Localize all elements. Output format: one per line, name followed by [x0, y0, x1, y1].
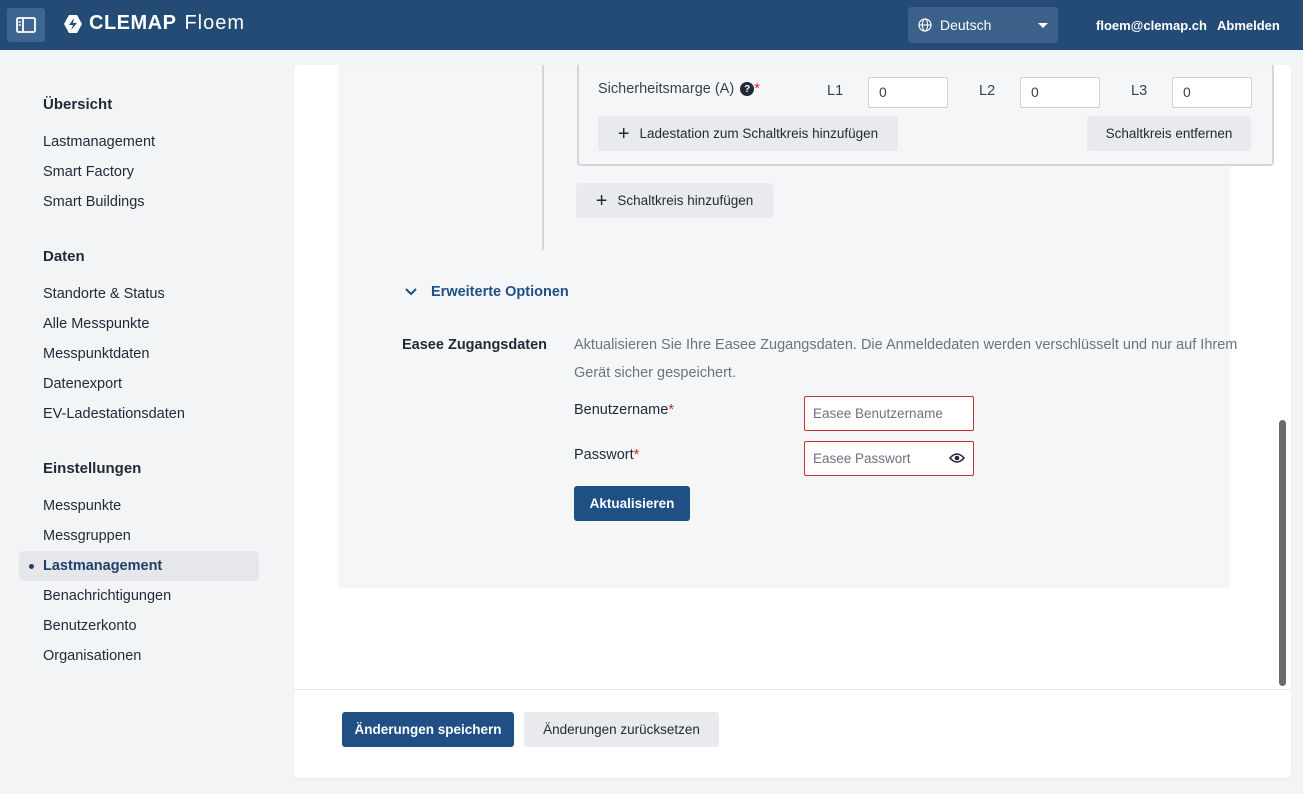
top-header: CLEMAP Floem Deutsch floem@clemap.ch Abm… [0, 0, 1303, 50]
chevron-down-icon [405, 288, 417, 296]
l3-input[interactable]: 0 [1172, 77, 1252, 108]
sidebar-item-lastmanagement-overview[interactable]: Lastmanagement [19, 127, 259, 157]
reset-changes-label: Änderungen zurücksetzen [543, 722, 700, 737]
easee-section-title: Easee Zugangsdaten [402, 337, 548, 353]
required-marker: * [754, 81, 760, 97]
l1-input[interactable]: 0 [868, 77, 948, 108]
globe-icon [918, 18, 932, 32]
sidebar: Übersicht Lastmanagement Smart Factory S… [0, 50, 279, 794]
add-circuit-label: Schaltkreis hinzufügen [617, 193, 754, 208]
password-label: Passwort* [574, 447, 639, 463]
sidebar-item-smart-buildings[interactable]: Smart Buildings [19, 187, 259, 217]
sidebar-item-organisationen[interactable]: Organisationen [19, 641, 259, 671]
app-logo[interactable]: CLEMAP Floem [63, 12, 245, 35]
plus-icon: + [595, 189, 608, 212]
add-station-label: Ladestation zum Schaltkreis hinzufügen [639, 126, 879, 141]
user-email: floem@clemap.ch [1096, 18, 1207, 33]
brand-name: CLEMAP [89, 12, 177, 34]
l3-label: L3 [1131, 83, 1148, 99]
required-marker: * [633, 447, 640, 463]
l1-label: L1 [827, 83, 844, 99]
plus-icon: + [617, 122, 630, 145]
safety-margin-label: Sicherheitsmarge (A) ? * [598, 81, 760, 97]
remove-circuit-button[interactable]: Schaltkreis entfernen [1087, 116, 1251, 151]
chevron-down-icon [1038, 23, 1048, 28]
remove-circuit-label: Schaltkreis entfernen [1105, 126, 1233, 141]
sidebar-item-messpunkte[interactable]: Messpunkte [19, 491, 259, 521]
footer-divider [294, 689, 1291, 690]
sidebar-toggle-icon [16, 17, 36, 33]
l2-input[interactable]: 0 [1020, 77, 1100, 108]
product-name: Floem [184, 12, 246, 34]
sidebar-item-lastmanagement-settings[interactable]: Lastmanagement [19, 551, 259, 581]
save-changes-button[interactable]: Änderungen speichern [342, 712, 514, 747]
easee-password-input[interactable]: Easee Passwort [804, 441, 974, 476]
advanced-options-label: Erweiterte Optionen [431, 284, 569, 300]
help-icon[interactable]: ? [740, 82, 755, 96]
reset-changes-button[interactable]: Änderungen zurücksetzen [524, 712, 719, 747]
language-select[interactable]: Deutsch [908, 7, 1058, 43]
sidebar-item-smart-factory[interactable]: Smart Factory [19, 157, 259, 187]
add-station-button[interactable]: + Ladestation zum Schaltkreis hinzufügen [598, 116, 898, 151]
eye-icon[interactable] [949, 452, 965, 464]
sidebar-section-data: Daten [43, 248, 85, 265]
required-marker: * [668, 402, 674, 418]
easee-description: Aktualisieren Sie Ihre Easee Zugangsdate… [574, 337, 1238, 381]
sidebar-item-datenexport[interactable]: Datenexport [19, 369, 259, 399]
sidebar-toggle-button[interactable] [7, 8, 45, 42]
password-placeholder: Easee Passwort [813, 451, 911, 466]
username-label-text: Benutzername [574, 402, 669, 418]
l2-label: L2 [979, 83, 996, 99]
tree-divider [542, 65, 544, 250]
sidebar-item-messgruppen[interactable]: Messgruppen [19, 521, 259, 551]
update-credentials-button[interactable]: Aktualisieren [574, 486, 690, 521]
sidebar-item-messpunktdaten[interactable]: Messpunktdaten [19, 339, 259, 369]
form-panel: Sicherheitsmarge (A) ? * L1 0 L2 0 L3 0 … [338, 65, 1274, 588]
settings-card: Sicherheitsmarge (A) ? * L1 0 L2 0 L3 0 … [294, 65, 1291, 778]
sidebar-item-benutzerkonto[interactable]: Benutzerkonto [19, 611, 259, 641]
easee-username-input[interactable]: Easee Benutzername [804, 396, 974, 431]
scrollbar-thumb[interactable] [1279, 420, 1286, 686]
logout-button[interactable]: Abmelden [1217, 18, 1280, 33]
language-label: Deutsch [940, 17, 992, 33]
sidebar-item-ev-ladestationsdaten[interactable]: EV-Ladestationsdaten [19, 399, 259, 429]
add-circuit-button[interactable]: + Schaltkreis hinzufügen [576, 183, 773, 218]
advanced-options-toggle[interactable]: Erweiterte Optionen [405, 284, 569, 300]
username-label: Benutzername* [574, 402, 674, 418]
safety-margin-text: Sicherheitsmarge (A) [598, 81, 735, 97]
sidebar-item-benachrichtigungen[interactable]: Benachrichtigungen [19, 581, 259, 611]
sidebar-section-overview: Übersicht [43, 96, 113, 113]
sidebar-section-settings: Einstellungen [43, 460, 142, 477]
sidebar-item-standorte[interactable]: Standorte & Status [19, 279, 259, 309]
password-label-text: Passwort [574, 447, 634, 463]
clemap-logo-icon [64, 14, 82, 33]
sidebar-item-alle-messpunkte[interactable]: Alle Messpunkte [19, 309, 259, 339]
